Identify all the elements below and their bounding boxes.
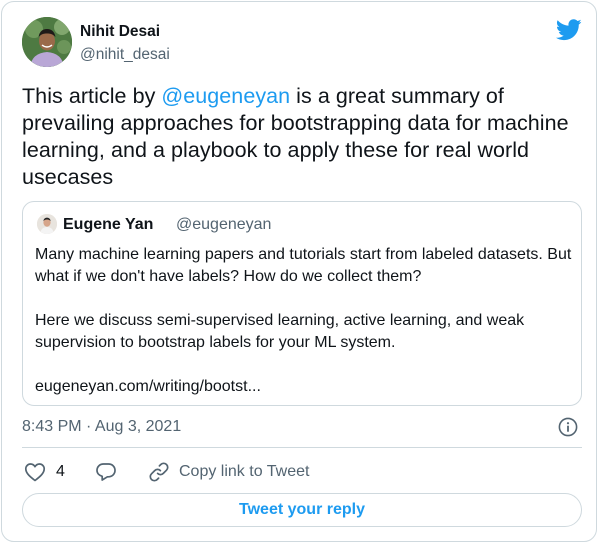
quoted-author-name: Eugene Yan <box>63 216 154 233</box>
quoted-paragraph: Here we discuss semi-supervised learning… <box>35 312 525 351</box>
speech-bubble-icon <box>96 463 116 481</box>
tweet-text: This article by @eugeneyan is a great su… <box>22 83 582 191</box>
author-name[interactable]: Nihit Desai <box>80 23 160 41</box>
quoted-tweet-text: Many machine learning papers and tutoria… <box>35 244 575 420</box>
tweet-card: Nihit Desai @nihit_desai This article by… <box>1 1 597 542</box>
tweet-timestamp[interactable]: 8:43 PM · Aug 3, 2021 <box>22 418 181 436</box>
quoted-author-avatar <box>37 214 57 234</box>
reply-icon-button[interactable] <box>94 460 118 484</box>
heart-icon <box>24 463 46 482</box>
like-button[interactable]: 4 <box>23 460 65 484</box>
twitter-bird-icon[interactable] <box>556 19 582 41</box>
tweet-text-before: This article by <box>22 84 162 108</box>
info-icon[interactable] <box>558 417 578 437</box>
mention-link[interactable]: @eugeneyan <box>161 84 290 108</box>
like-count: 4 <box>56 463 65 480</box>
divider <box>22 447 582 448</box>
quoted-paragraph: Many machine learning papers and tutoria… <box>35 246 572 285</box>
quoted-author-handle: @eugeneyan <box>176 216 272 233</box>
tweet-your-reply-button[interactable]: Tweet your reply <box>22 493 582 527</box>
link-icon <box>149 462 169 482</box>
quoted-tweet[interactable]: Eugene Yan @eugeneyan Many machine learn… <box>22 201 582 406</box>
quoted-link[interactable]: eugeneyan.com/writing/bootst... <box>35 376 575 398</box>
author-avatar[interactable] <box>22 17 72 67</box>
copy-link-label: Copy link to Tweet <box>179 463 310 480</box>
copy-link-button[interactable]: Copy link to Tweet <box>147 460 309 484</box>
author-handle[interactable]: @nihit_desai <box>80 46 170 64</box>
